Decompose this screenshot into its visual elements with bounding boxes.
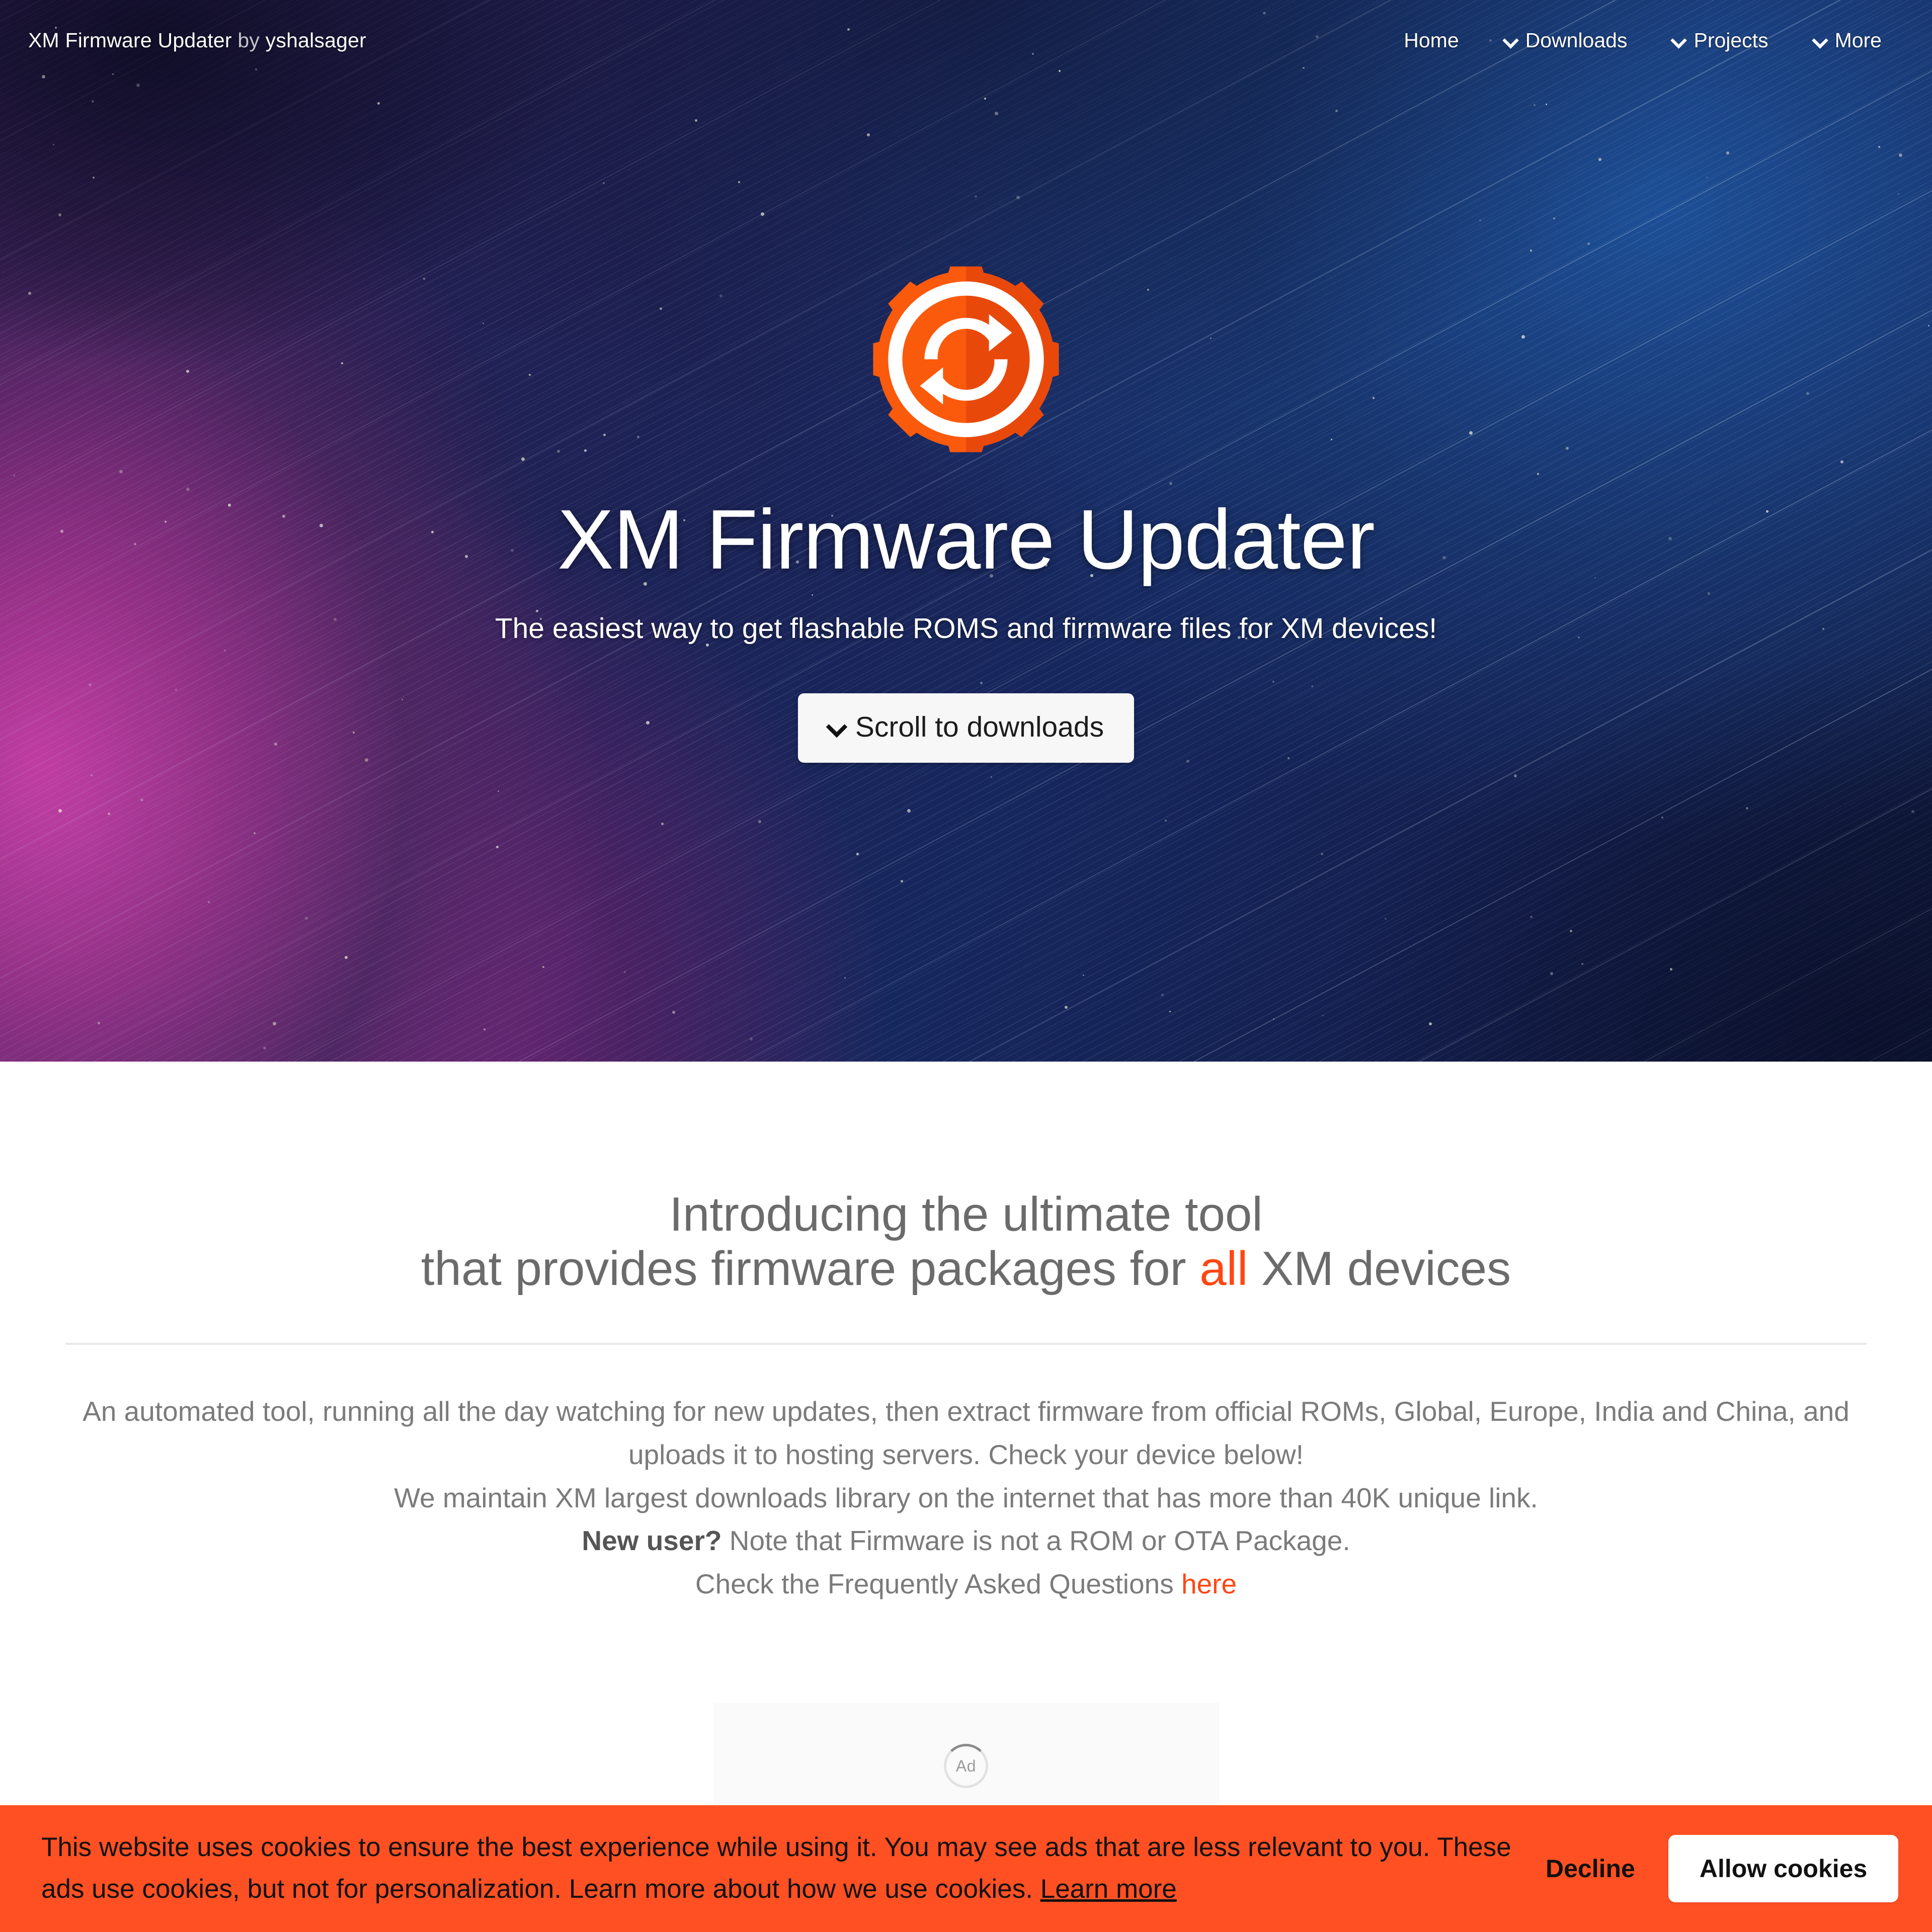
- cookie-actions: Decline Allow cookies: [1541, 1835, 1899, 1902]
- decline-cookies-button[interactable]: Decline: [1541, 1845, 1640, 1892]
- loading-spinner-icon: Ad: [944, 1744, 988, 1789]
- nav-item-label: More: [1834, 28, 1882, 52]
- intro-line-1: Introducing the ultimate tool: [669, 1187, 1263, 1241]
- nav-links: Home Downloads Projects More: [1382, 22, 1904, 59]
- nav-item-projects[interactable]: Projects: [1649, 22, 1790, 59]
- nav-item-label: Projects: [1694, 28, 1768, 52]
- chevron-down-icon: [827, 718, 844, 736]
- page-title: XM Firmware Updater: [557, 492, 1375, 587]
- new-user-note: Note that Firmware is not a ROM or OTA P…: [721, 1525, 1350, 1557]
- gear-refresh-logo-icon: [853, 256, 1079, 486]
- intro-accent-word: all: [1199, 1241, 1248, 1296]
- brand-by-label: by: [231, 28, 266, 52]
- nav-item-label: Home: [1404, 28, 1459, 52]
- intro-line-2-suffix: XM devices: [1248, 1241, 1511, 1296]
- top-navigation-bar: XM Firmware Updater by yshalsager Home D…: [0, 0, 1932, 80]
- scroll-to-downloads-button[interactable]: Scroll to downloads: [797, 693, 1135, 763]
- hero-section: XM Firmware Updater by yshalsager Home D…: [0, 0, 1932, 1062]
- hero-content: XM Firmware Updater The easiest way to g…: [0, 0, 1932, 1062]
- body-paragraph-2: We maintain XM largest downloads library…: [394, 1482, 1538, 1513]
- cookie-message-text: This website uses cookies to ensure the …: [41, 1832, 1511, 1904]
- ad-label: Ad: [955, 1756, 977, 1775]
- body-copy: An automated tool, running all the day w…: [70, 1345, 1862, 1606]
- intro-heading: Introducing the ultimate tool that provi…: [0, 1062, 1932, 1296]
- cookie-message: This website uses cookies to ensure the …: [41, 1827, 1531, 1910]
- brand-title[interactable]: XM Firmware Updater by yshalsager: [28, 29, 366, 52]
- new-user-label: New user?: [582, 1525, 722, 1557]
- hero-subtitle: The easiest way to get flashable ROMS an…: [495, 612, 1437, 645]
- cookie-consent-banner: This website uses cookies to ensure the …: [0, 1805, 1932, 1932]
- cookie-learn-more-link[interactable]: Learn more: [1040, 1874, 1177, 1904]
- chevron-down-icon: [1813, 34, 1826, 47]
- nav-item-label: Downloads: [1525, 28, 1628, 52]
- scroll-to-downloads-label: Scroll to downloads: [855, 711, 1104, 744]
- body-paragraph-3: New user? Note that Firmware is not a RO…: [70, 1519, 1862, 1563]
- nav-item-more[interactable]: More: [1791, 22, 1904, 59]
- allow-cookies-button[interactable]: Allow cookies: [1668, 1835, 1899, 1902]
- nav-item-home[interactable]: Home: [1382, 22, 1481, 59]
- chevron-down-icon: [1503, 34, 1516, 47]
- nav-item-downloads[interactable]: Downloads: [1481, 22, 1650, 59]
- body-paragraph-4: Check the Frequently Asked Questions her…: [70, 1563, 1862, 1606]
- faq-here-link[interactable]: here: [1181, 1568, 1237, 1599]
- faq-prefix: Check the Frequently Asked Questions: [695, 1568, 1181, 1600]
- brand-author: yshalsager: [265, 28, 366, 52]
- body-paragraph-1: An automated tool, running all the day w…: [83, 1396, 1849, 1470]
- intro-line-2-prefix: that provides firmware packages for: [421, 1241, 1200, 1296]
- main-content: Introducing the ultimate tool that provi…: [0, 1062, 1932, 1830]
- chevron-down-icon: [1671, 34, 1684, 47]
- brand-name: XM Firmware Updater: [28, 28, 232, 52]
